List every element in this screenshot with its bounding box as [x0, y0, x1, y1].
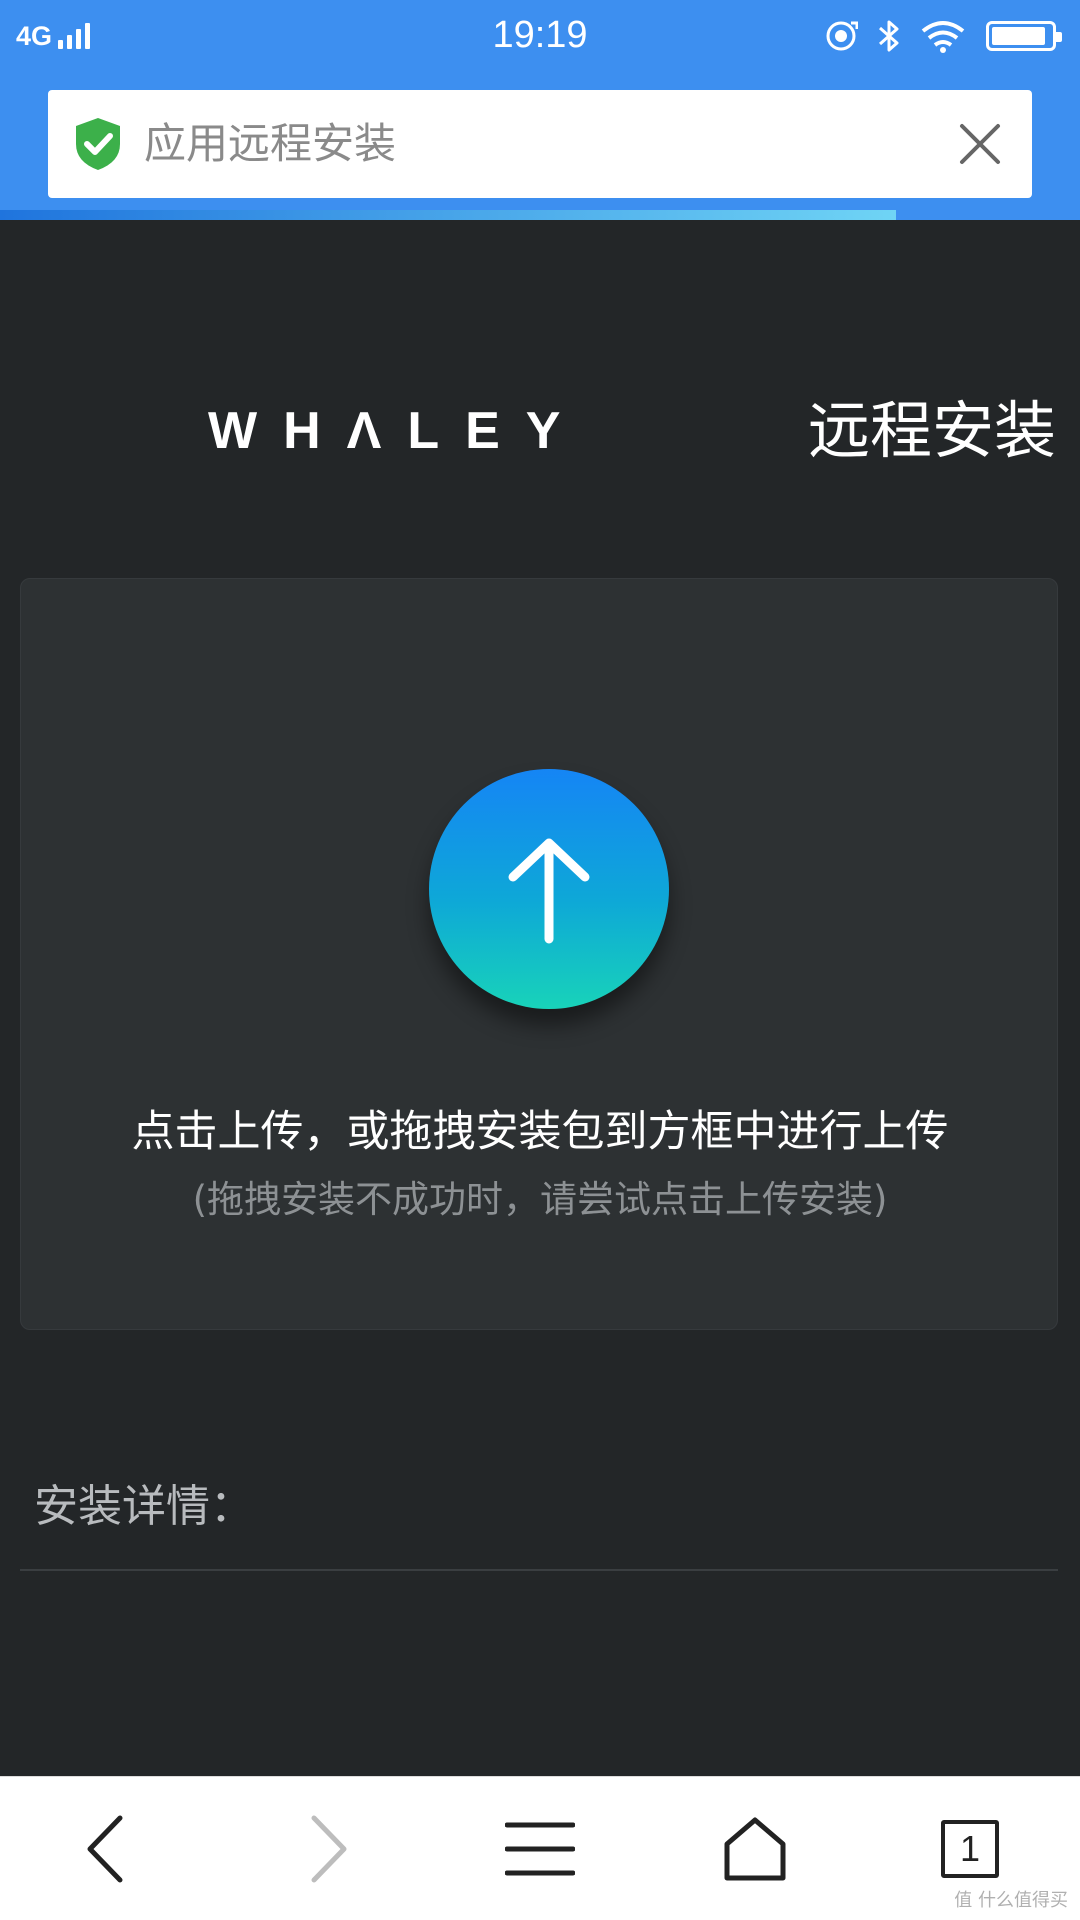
- menu-button[interactable]: [495, 1807, 585, 1891]
- tabs-button[interactable]: 1: [925, 1807, 1015, 1891]
- page-load-progress: [0, 210, 1080, 220]
- page-load-progress-fill: [0, 210, 897, 220]
- address-bar[interactable]: 应用远程安装: [48, 90, 1032, 198]
- details-divider: [20, 1569, 1058, 1571]
- status-right: [824, 14, 1062, 58]
- wifi-icon: [921, 21, 965, 53]
- forward-icon: [311, 1815, 347, 1883]
- bottom-nav: 1 值 什么值得买: [0, 1776, 1080, 1920]
- close-icon[interactable]: [950, 114, 1010, 174]
- back-button[interactable]: [62, 1807, 152, 1891]
- page-content: WHΛLEY 远程安装 点击上传，或拖拽安装包到方框中进行上传 (拖拽安装不成功…: [0, 220, 1080, 1776]
- battery-fill: [992, 27, 1046, 45]
- upload-button[interactable]: [429, 769, 669, 1009]
- tabs-icon: 1: [941, 1820, 999, 1878]
- brand-logo: WHΛLEY: [208, 402, 587, 460]
- shield-check-icon: [76, 118, 120, 170]
- menu-icon: [505, 1822, 575, 1876]
- rotation-lock-icon: [826, 21, 858, 51]
- page-title: 远程安装: [807, 394, 1056, 467]
- install-details-label: 安装详情：: [34, 1481, 254, 1532]
- upload-hint: (拖拽安装不成功时，请尝试点击上传安装): [192, 1178, 888, 1221]
- back-icon: [87, 1815, 123, 1883]
- forward-button[interactable]: [282, 1807, 372, 1891]
- address-text[interactable]: 应用远程安装: [144, 90, 396, 198]
- upload-instruction: 点击上传，或拖拽安装包到方框中进行上传: [131, 1107, 949, 1157]
- bluetooth-icon: [879, 20, 899, 52]
- battery-icon: [986, 21, 1062, 51]
- home-button[interactable]: [710, 1807, 800, 1891]
- upload-drop-zone[interactable]: 点击上传，或拖拽安装包到方框中进行上传 (拖拽安装不成功时，请尝试点击上传安装): [20, 578, 1058, 1330]
- browser-header: 应用远程安装: [0, 72, 1080, 220]
- status-bar: 4G 19:19: [0, 0, 1080, 72]
- home-icon: [724, 1817, 786, 1881]
- arrow-up-icon: [508, 838, 590, 944]
- watermark: 值 什么值得买: [954, 1890, 1068, 1911]
